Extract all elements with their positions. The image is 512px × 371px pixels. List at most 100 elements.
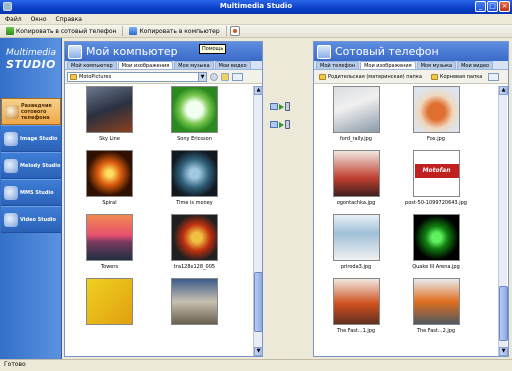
file-name: prirodа3.jpg <box>340 264 372 270</box>
tab-my-music[interactable]: Моя музыка <box>416 61 457 69</box>
copy-to-pc-label: Копировать в компьютер <box>139 27 220 35</box>
list-item[interactable]: Fox.jpg <box>396 86 476 142</box>
list-item[interactable]: Spiral <box>67 150 152 206</box>
chevron-down-icon[interactable]: ▼ <box>198 72 206 81</box>
sidebar-item-label: Video Studio <box>20 216 56 223</box>
file-name: ogontachka.jpg <box>336 200 376 206</box>
tab-my-computer[interactable]: Мой компьютер <box>67 61 117 69</box>
view-mode-icon[interactable] <box>488 72 500 81</box>
file-name: Time is money <box>176 200 213 206</box>
minimize-button[interactable]: _ <box>475 1 486 12</box>
list-item[interactable]: The Fast...2.jpg <box>396 278 476 334</box>
panel-header: Мой компьютер <box>65 42 262 61</box>
scroll-down-icon[interactable]: ▼ <box>254 347 263 356</box>
copy-to-phone-label: Копировать в сотовый телефон <box>16 27 117 35</box>
list-item[interactable]: tra128x128_005 <box>152 214 237 270</box>
scroll-thumb[interactable] <box>254 272 263 332</box>
maximize-button[interactable]: □ <box>487 1 498 12</box>
parent-folder-label: Родительская (материнская) папка <box>328 73 422 80</box>
tab-my-music[interactable]: Моя музыка <box>174 61 214 69</box>
copy-to-pc-icon <box>129 27 138 35</box>
list-item[interactable]: Motofan post-50-1099720643.jpg <box>396 150 476 206</box>
sidebar-item-label: Image Studio <box>20 135 58 142</box>
tab-my-video[interactable]: Мои видео <box>214 61 251 69</box>
sidebar-item-melody-studio[interactable]: Melody Studio <box>1 152 61 179</box>
root-folder-button[interactable]: Корневая папка <box>428 73 485 80</box>
transfer-to-phone[interactable] <box>270 102 290 111</box>
file-name: Sky Line <box>99 136 120 142</box>
thumbnail: Motofan <box>412 150 460 197</box>
back-icon[interactable] <box>210 72 218 81</box>
copy-to-pc-button[interactable]: Копировать в компьютер <box>126 26 222 37</box>
window-title: Multimedia Studio <box>219 2 293 10</box>
path-dropdown[interactable]: MotoPictures ▼ <box>67 71 207 82</box>
folder-icon <box>70 73 77 80</box>
scrollbar[interactable]: ▲ ▼ <box>253 86 263 356</box>
thumbnail <box>171 86 218 133</box>
copy-to-phone-button[interactable]: Копировать в сотовый телефон <box>3 26 119 37</box>
file-name: The Fast...1.jpg <box>336 328 376 334</box>
panel-header: Сотовый телефон <box>314 42 508 61</box>
file-name: Spiral <box>102 200 117 206</box>
scroll-down-icon[interactable]: ▼ <box>499 347 508 356</box>
help-icon[interactable] <box>229 26 240 36</box>
sidebar-item-mms-studio[interactable]: MMS Studio <box>1 179 61 206</box>
tab-my-video[interactable]: Мои видео <box>457 61 494 69</box>
list-item[interactable]: Quake III Arena.jpg <box>396 214 476 270</box>
close-button[interactable]: × <box>499 1 510 12</box>
menu-file[interactable]: Файл <box>5 16 22 23</box>
arrow-right-icon <box>279 103 284 110</box>
title-bar: Multimedia Studio _ □ × <box>0 0 512 14</box>
thumbnail <box>332 278 380 325</box>
list-item[interactable]: prirodа3.jpg <box>316 214 396 270</box>
phone-icon <box>285 102 290 111</box>
thumbnail <box>171 150 218 197</box>
status-bar: Готово <box>0 359 512 371</box>
tab-my-images[interactable]: Мои изображения <box>360 61 416 69</box>
menu-window[interactable]: Окно <box>31 16 47 23</box>
file-name: Towers <box>100 264 119 270</box>
thumbnail <box>171 214 218 261</box>
list-item[interactable]: ogontachka.jpg <box>316 150 396 206</box>
sidebar: Multimedia STUDIO Разведчик сотового тел… <box>0 38 62 359</box>
sidebar-item-label: Разведчик сотового телефона <box>21 102 52 121</box>
list-item[interactable]: Time is money <box>152 150 237 206</box>
tab-my-phone[interactable]: Мой телефон <box>316 61 360 69</box>
thumbnail <box>412 86 460 133</box>
computer-icon <box>270 121 278 128</box>
list-item[interactable]: ford_rally.jpg <box>316 86 396 142</box>
menu-bar: Файл Окно Справка <box>0 14 512 25</box>
folder-up-icon[interactable] <box>221 72 229 81</box>
thumbnail <box>171 278 218 325</box>
list-item[interactable]: Sony Ericsson <box>152 86 237 142</box>
list-item[interactable] <box>152 278 237 325</box>
sidebar-item-label: Melody Studio <box>20 162 61 169</box>
transfer-to-pc[interactable] <box>270 120 290 129</box>
arrow-right-icon <box>279 121 284 128</box>
thumbnail <box>412 278 460 325</box>
scroll-thumb[interactable] <box>499 286 508 341</box>
scroll-up-icon[interactable]: ▲ <box>254 86 263 95</box>
tab-my-images[interactable]: Мои изображения <box>117 61 174 69</box>
list-item[interactable] <box>67 278 152 325</box>
list-item[interactable]: Sky Line <box>67 86 152 142</box>
list-item[interactable]: Towers <box>67 214 152 270</box>
scrollbar[interactable]: ▲ ▼ <box>498 86 508 356</box>
phone-explorer-icon <box>5 104 19 119</box>
file-name: ford_rally.jpg <box>340 136 372 142</box>
panel-title: Мой компьютер <box>86 45 178 58</box>
sidebar-item-image-studio[interactable]: Image Studio <box>1 125 61 152</box>
menu-help[interactable]: Справка <box>56 16 82 23</box>
scroll-up-icon[interactable]: ▲ <box>499 86 508 95</box>
sidebar-item-video-studio[interactable]: Video Studio <box>1 206 61 233</box>
list-item[interactable]: The Fast...1.jpg <box>316 278 396 334</box>
sidebar-item-phone-explorer[interactable]: Разведчик сотового телефона <box>1 98 61 125</box>
thumbnail <box>332 150 380 197</box>
copy-to-phone-icon <box>6 27 14 35</box>
parent-folder-button[interactable]: Родительская (материнская) папка <box>316 73 425 80</box>
phone-icon <box>285 120 290 129</box>
thumbnail <box>412 214 460 261</box>
view-mode-icon[interactable] <box>232 72 243 81</box>
thumbnail <box>86 86 133 133</box>
file-name: Sony Ericsson <box>177 136 212 142</box>
